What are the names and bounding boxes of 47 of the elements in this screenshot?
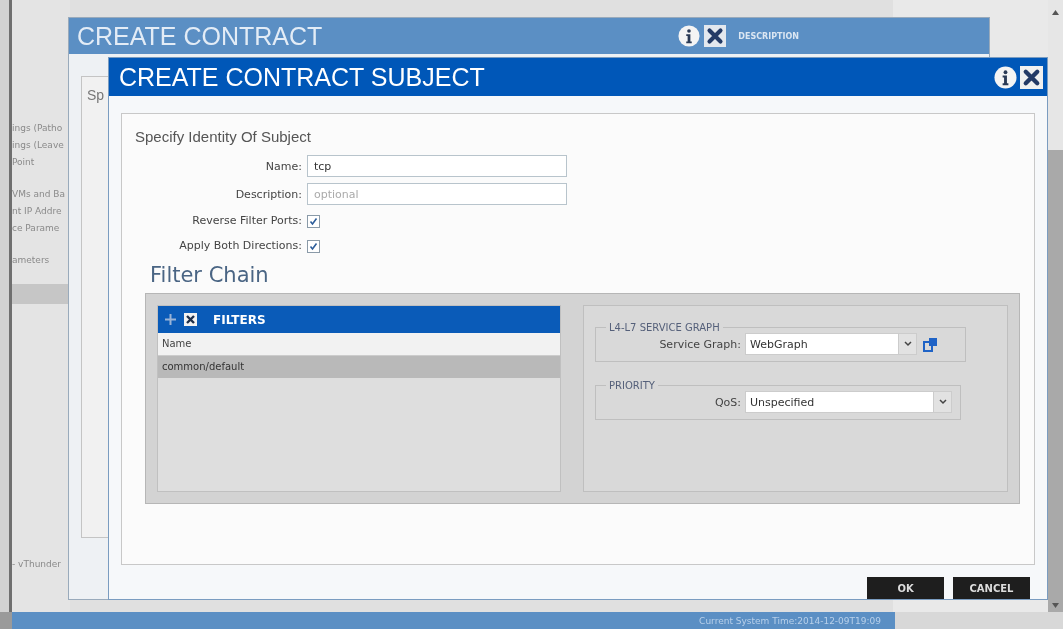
panel-title: Sp — [87, 87, 105, 103]
sidebar-item[interactable]: nt IP Addre — [12, 203, 70, 220]
table-row[interactable]: common/default — [158, 356, 560, 378]
field-label: QoS: — [713, 395, 741, 409]
section-title: Filter Chain — [150, 263, 270, 287]
dialog-button[interactable]: OK — [867, 577, 944, 599]
sidebar-item[interactable]: Point — [12, 154, 70, 171]
info-icon[interactable] — [994, 65, 1017, 89]
select-field[interactable]: Unspecified — [745, 391, 952, 413]
text-field[interactable]: optional — [307, 183, 567, 205]
field-label: Reverse Filter Ports: — [191, 214, 302, 227]
table-title: FILTERS — [213, 312, 266, 327]
scroll-up-icon[interactable] — [1052, 10, 1059, 15]
info-icon[interactable] — [678, 25, 701, 47]
close-icon[interactable] — [1020, 65, 1043, 89]
sidebar-item[interactable]: ings (Leave — [12, 137, 70, 154]
sidebar-item[interactable]: - vThunder — [12, 559, 70, 569]
field-label: Service Graph: — [658, 337, 741, 351]
dialog-button[interactable]: CANCEL — [953, 577, 1030, 599]
scrollbar[interactable] — [1048, 0, 1063, 612]
status-bar-end — [0, 612, 12, 629]
checkbox[interactable] — [307, 240, 320, 253]
caret-icon — [938, 399, 947, 405]
group-legend: L4-L7 SERVICE GRAPH — [606, 322, 723, 333]
sidebar-item[interactable]: ce Parame — [12, 220, 70, 237]
dialog-title: CREATE CONTRACT — [77, 21, 323, 51]
caret-icon — [903, 341, 912, 347]
column-label: DESCRIPTION — [738, 31, 799, 41]
add-icon[interactable] — [165, 314, 176, 325]
text-field[interactable]: tcp — [307, 155, 567, 177]
field-label: Apply Both Directions: — [178, 239, 302, 252]
sidebar-item[interactable]: ameters — [12, 252, 70, 269]
delete-icon[interactable] — [184, 313, 197, 326]
sidebar-item[interactable]: ings (Patho — [12, 120, 70, 137]
close-icon[interactable] — [704, 25, 727, 47]
checkbox[interactable] — [307, 215, 320, 228]
group-legend: PRIORITY — [606, 380, 658, 391]
sidebar-item[interactable]: VMs and Ba — [12, 186, 70, 203]
column-header: Name — [158, 333, 560, 356]
field-label: Description: — [234, 187, 302, 201]
field-label: Name: — [264, 159, 302, 173]
section-title: Specify Identity Of Subject — [135, 128, 312, 145]
copy-icon[interactable] — [923, 336, 938, 352]
status-text: Current System Time:2014-12-09T19:09 — [699, 615, 881, 626]
dialog-title: CREATE CONTRACT SUBJECT — [119, 62, 485, 92]
scroll-down-icon[interactable] — [1052, 603, 1059, 608]
select-field[interactable]: WebGraph — [745, 333, 917, 355]
